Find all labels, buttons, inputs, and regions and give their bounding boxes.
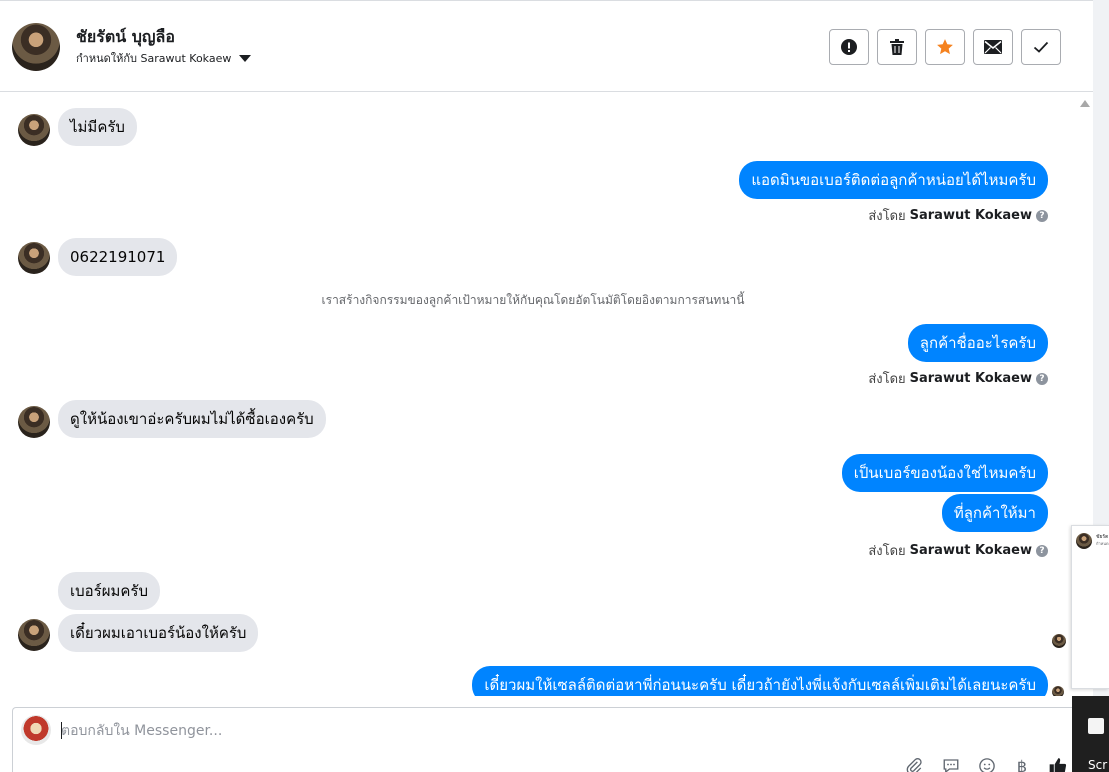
read-receipt-avatar — [1052, 634, 1066, 648]
mark-unread-button[interactable] — [973, 29, 1013, 65]
delete-button[interactable] — [877, 29, 917, 65]
incoming-message[interactable]: เบอร์ผมครับ — [58, 572, 161, 610]
help-icon[interactable]: ? — [1036, 372, 1048, 385]
message-thread[interactable]: ไม่มีครับ แอดมินขอเบอร์ติดต่อลูกค้าหน่อย… — [0, 92, 1093, 696]
system-note: เราสร้างกิจกรรมของลูกค้าเป้าหมายให้กับคุ… — [321, 293, 745, 307]
outgoing-message[interactable]: เดี๋ยวผมให้เซลล์ติดต่อหาพี่ก่อนนะครับ เด… — [472, 666, 1048, 696]
reply-composer: ฿ — [12, 707, 1093, 772]
sent-by-prefix: ส่งโดย — [868, 209, 906, 224]
assignee-label: กำหนดให้กับ Sarawut Kokaew — [76, 52, 232, 65]
help-icon[interactable]: ? — [1036, 209, 1048, 222]
help-icon[interactable]: ? — [1036, 544, 1048, 557]
attachment-icon[interactable] — [903, 755, 925, 772]
sender-avatar — [18, 114, 50, 146]
done-button[interactable] — [1021, 29, 1061, 65]
scroll-up-arrow-icon[interactable] — [1080, 100, 1090, 107]
sent-by-agent[interactable]: Sarawut Kokaew — [910, 371, 1032, 386]
reply-input[interactable] — [61, 720, 961, 742]
check-icon — [1033, 41, 1049, 53]
outgoing-message[interactable]: ที่ลูกค้าให้มา — [941, 494, 1048, 532]
messenger-inbox: ชัยรัตน์ บุญลือ กำหนดให้กับ Sarawut Koka… — [0, 0, 1109, 772]
sender-avatar — [18, 242, 50, 274]
like-icon[interactable] — [1047, 755, 1069, 772]
envelope-icon — [984, 40, 1002, 54]
emoji-icon[interactable] — [976, 755, 998, 772]
page-avatar — [21, 715, 51, 745]
sent-by-agent[interactable]: Sarawut Kokaew — [910, 208, 1032, 223]
chat-head-avatar — [1076, 533, 1092, 549]
sent-by-agent[interactable]: Sarawut Kokaew — [910, 543, 1032, 558]
chat-head-window[interactable]: ชัยรัต กำหนด — [1071, 525, 1109, 689]
sender-avatar — [18, 406, 50, 438]
caret-down-icon — [239, 54, 252, 62]
chat-head-sub: กำหนด — [1096, 541, 1109, 546]
screenshot-app-icon[interactable] — [1088, 718, 1104, 734]
star-icon — [937, 39, 953, 55]
contact-name[interactable]: ชัยรัตน์ บุญลือ — [76, 25, 175, 50]
taskbar-label[interactable]: Scr — [1088, 758, 1107, 772]
outgoing-message[interactable]: ลูกค้าชื่ออะไรครับ — [907, 324, 1048, 362]
baht-symbol: ฿ — [1016, 756, 1028, 772]
sent-by-prefix: ส่งโดย — [868, 372, 906, 387]
outgoing-message[interactable]: เป็นเบอร์ของน้องใช่ไหมครับ — [841, 454, 1048, 492]
saved-reply-icon[interactable] — [940, 755, 962, 772]
contact-avatar[interactable] — [12, 23, 60, 71]
incoming-message[interactable]: 0622191071 — [58, 238, 178, 276]
baht-icon[interactable]: ฿ — [1011, 755, 1033, 772]
incoming-message[interactable]: ไม่มีครับ — [58, 108, 137, 146]
conversation-header: ชัยรัตน์ บุญลือ กำหนดให้กับ Sarawut Koka… — [0, 3, 1093, 92]
text-cursor — [61, 722, 62, 739]
incoming-message[interactable]: เดี๋ยวผมเอาเบอร์น้องให้ครับ — [58, 614, 259, 652]
trash-icon — [890, 39, 904, 55]
sender-avatar — [18, 619, 50, 651]
read-receipt-avatar — [1052, 686, 1064, 696]
sent-by-label: ส่งโดย Sarawut Kokaew ? — [868, 205, 1048, 226]
exclamation-icon — [841, 39, 857, 55]
sent-by-label: ส่งโดย Sarawut Kokaew ? — [868, 540, 1048, 561]
incoming-message[interactable]: ดูให้น้องเขาอ่ะครับผมไม่ได้ซื้อเองครับ — [58, 400, 326, 438]
sent-by-prefix: ส่งโดย — [868, 544, 906, 559]
outgoing-message[interactable]: แอดมินขอเบอร์ติดต่อลูกค้าหน่อยได้ไหมครับ — [739, 161, 1048, 199]
star-button[interactable] — [925, 29, 965, 65]
spam-button[interactable] — [829, 29, 869, 65]
assignee-dropdown[interactable]: กำหนดให้กับ Sarawut Kokaew — [76, 49, 252, 67]
taskbar: Scr — [1072, 696, 1109, 772]
sent-by-label: ส่งโดย Sarawut Kokaew ? — [868, 368, 1048, 389]
